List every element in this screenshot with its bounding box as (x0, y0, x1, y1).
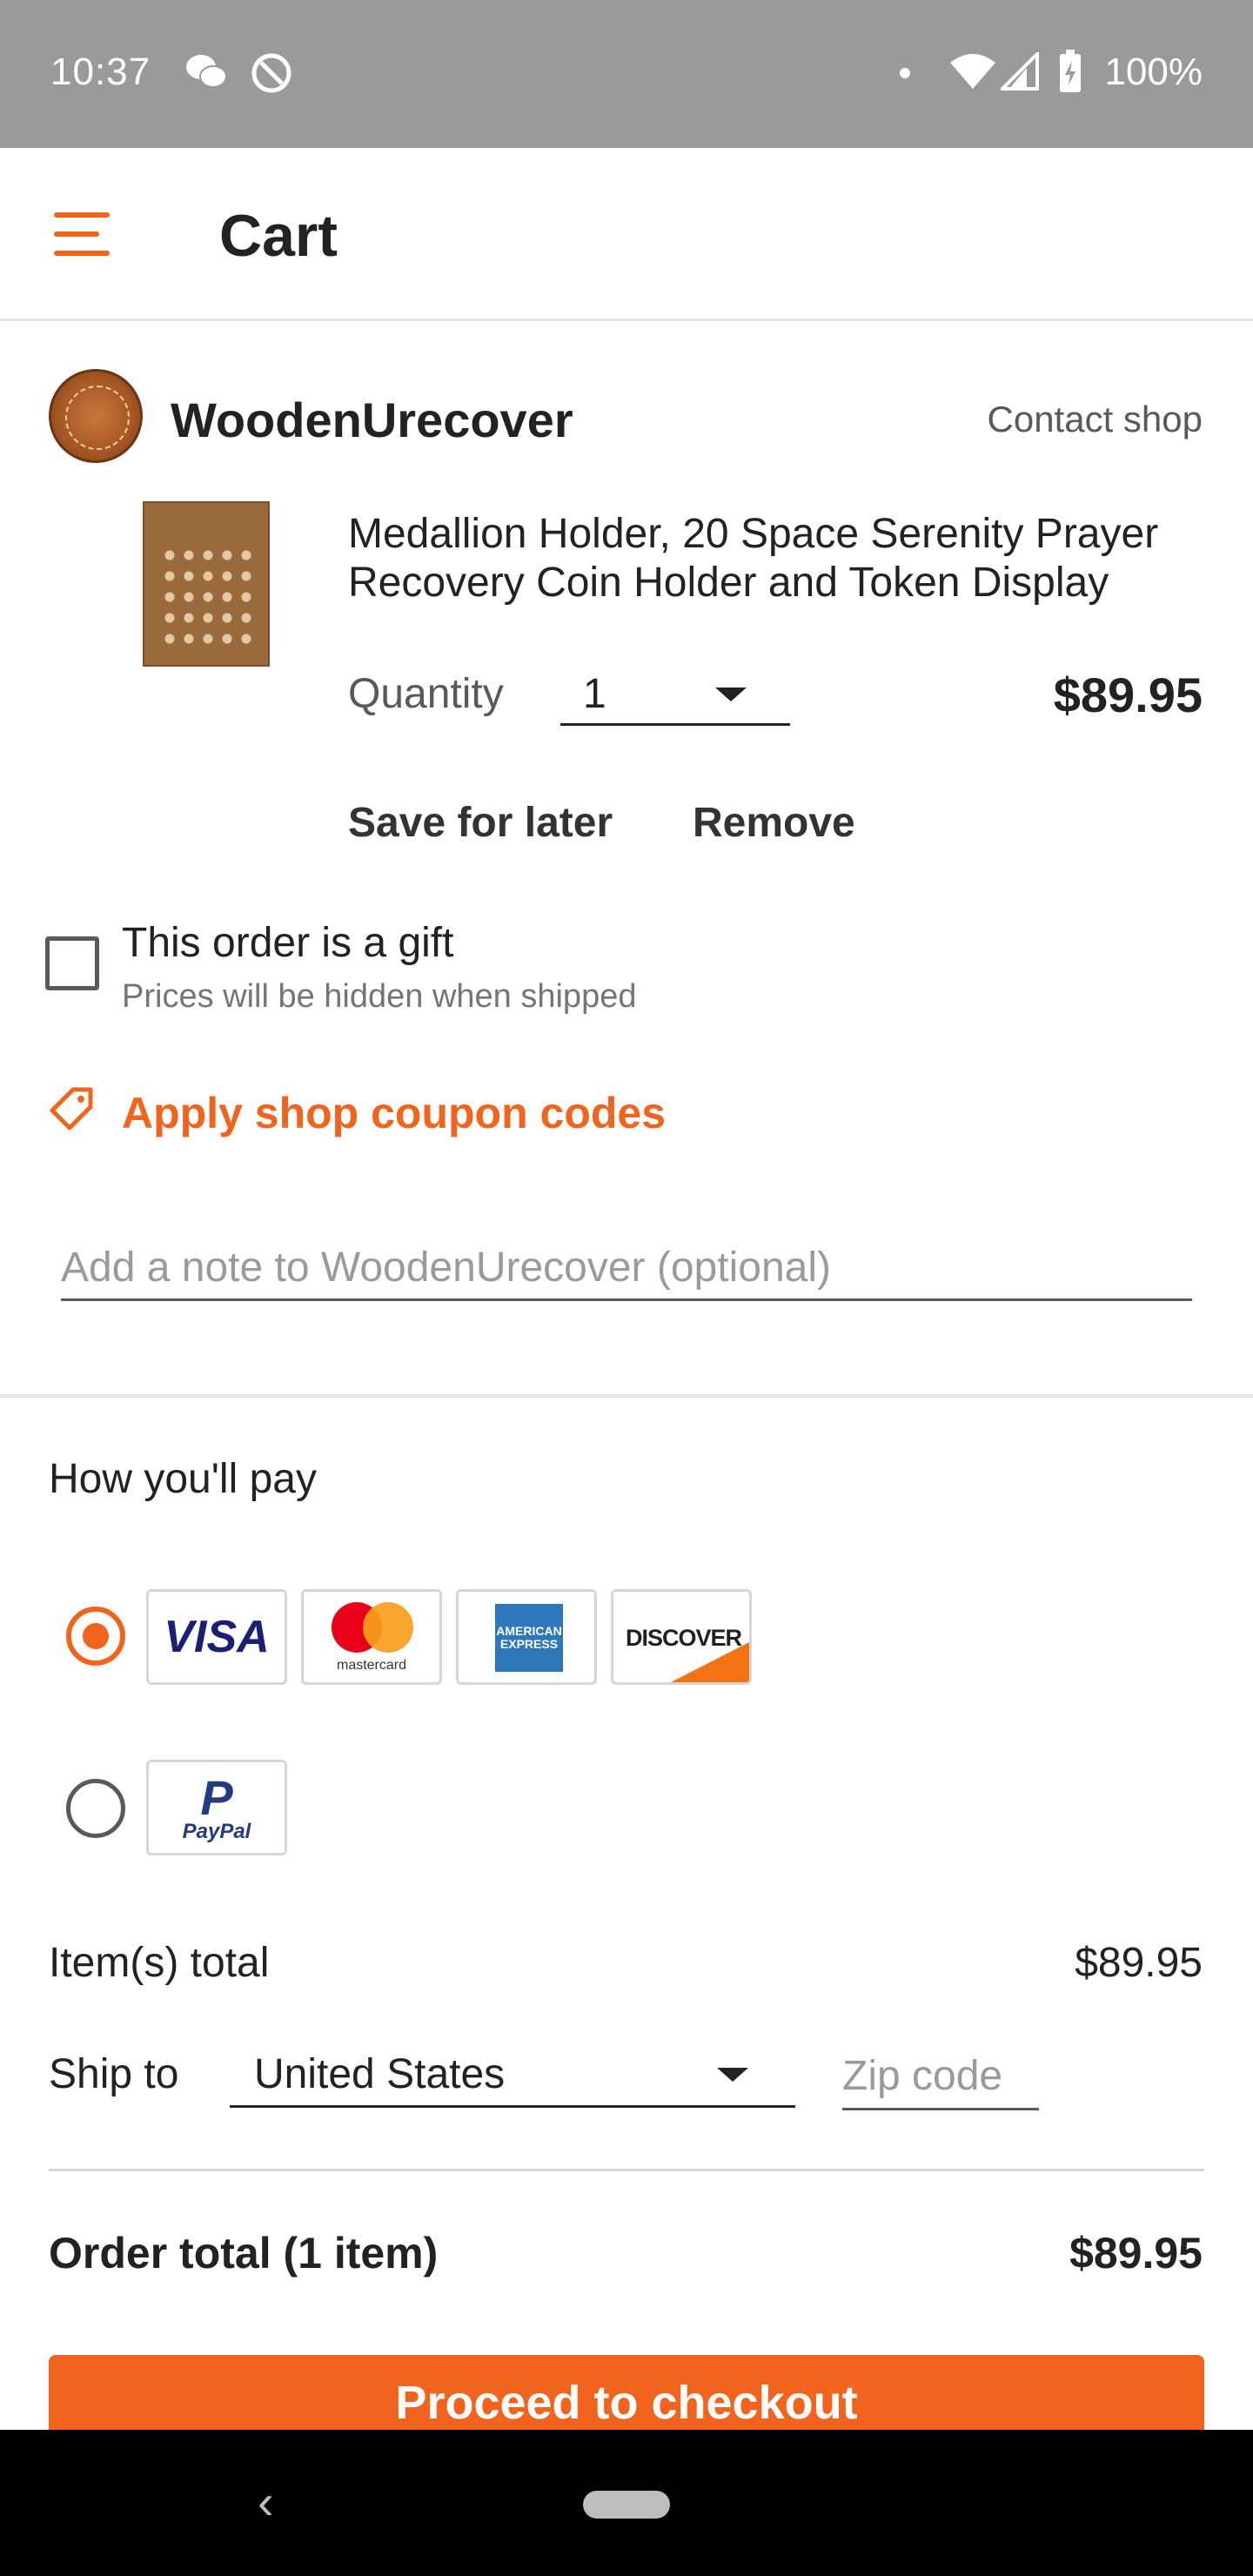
save-for-later-button[interactable]: Save for later (348, 799, 613, 847)
home-pill-icon[interactable] (583, 2491, 670, 2519)
order-total-value: $89.95 (1069, 2229, 1203, 2277)
item-price: $89.95 (1053, 667, 1203, 722)
dot-icon (900, 68, 910, 78)
gift-label[interactable]: This order is a gift (122, 919, 453, 967)
item-thumbnail[interactable] (143, 501, 270, 667)
paypal-logo: P PayPal (146, 1760, 287, 1855)
status-time: 10:37 (50, 50, 151, 93)
back-icon[interactable]: ‹ (258, 2473, 274, 2530)
app-bar: Cart (0, 148, 1253, 321)
gift-sublabel: Prices will be hidden when shipped (122, 978, 637, 1015)
payment-section-title: How you'll pay (49, 1456, 317, 1502)
items-total-value: $89.95 (1075, 1940, 1203, 1986)
battery-charging-icon (1060, 50, 1081, 92)
card-payment-radio[interactable] (66, 1607, 125, 1666)
chevron-down-icon (717, 2068, 748, 2082)
section-divider (0, 1394, 1253, 1398)
note-to-seller-input[interactable] (61, 1236, 1192, 1301)
signal-icon (1001, 52, 1039, 91)
amex-card-logo: AMERICAN EXPRESS (456, 1589, 597, 1685)
zip-code-input[interactable] (842, 2043, 1039, 2110)
ship-to-label: Ship to (49, 2051, 179, 2097)
page-title: Cart (219, 203, 338, 269)
ship-to-country-dropdown[interactable]: United States (230, 2042, 795, 2108)
quantity-dropdown[interactable]: 1 (560, 663, 790, 726)
quantity-value: 1 (583, 671, 606, 717)
totals-divider (49, 2169, 1204, 2171)
paypal-payment-radio[interactable] (66, 1779, 125, 1838)
order-total-label: Order total (1 item) (49, 2229, 439, 2277)
at-sign-icon (251, 53, 291, 93)
status-bar: 10:37 100% (0, 0, 1253, 148)
visa-card-logo: VISA (146, 1589, 287, 1685)
contact-shop-link[interactable]: Contact shop (988, 399, 1203, 440)
gift-checkbox[interactable] (45, 936, 99, 990)
hamburger-menu-icon[interactable] (54, 212, 111, 258)
mastercard-logo: mastercard (301, 1589, 442, 1685)
shop-name[interactable]: WoodenUrecover (171, 392, 573, 448)
ship-to-country-value: United States (254, 2051, 506, 2097)
item-title[interactable]: Medallion Holder, 20 Space Serenity Pray… (348, 510, 1209, 607)
quantity-label: Quantity (348, 671, 504, 717)
battery-percent: 100% (1104, 50, 1203, 93)
shop-avatar[interactable] (49, 369, 143, 463)
chevron-down-icon (715, 688, 747, 701)
remove-button[interactable]: Remove (693, 799, 855, 847)
apply-coupon-link[interactable]: Apply shop coupon codes (122, 1088, 666, 1138)
tag-icon[interactable] (49, 1086, 94, 1131)
items-total-label: Item(s) total (49, 1940, 270, 1986)
wechat-icon (186, 55, 227, 88)
wifi-icon (950, 54, 995, 89)
discover-card-logo: DISCOVER (611, 1589, 752, 1685)
system-nav-bar: ‹ (0, 2430, 1253, 2576)
